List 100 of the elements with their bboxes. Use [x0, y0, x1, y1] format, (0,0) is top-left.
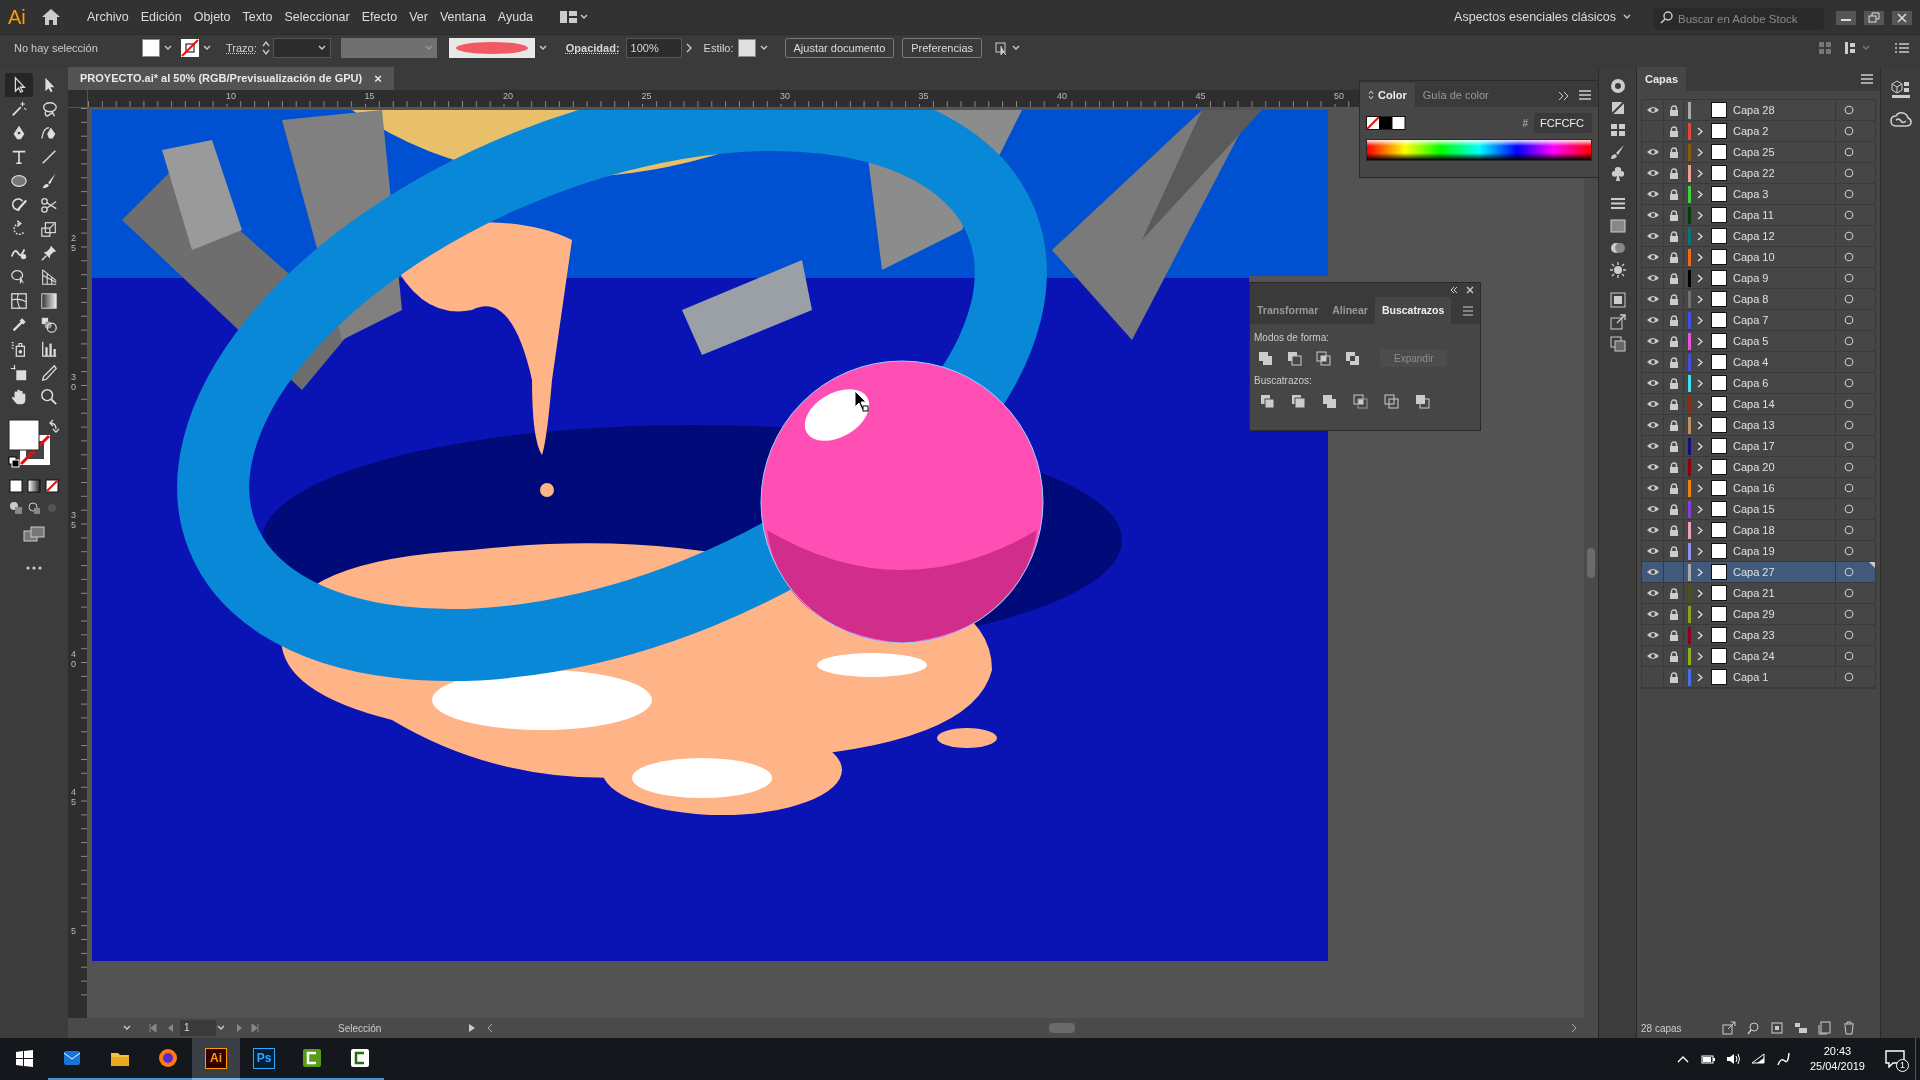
lock-icon[interactable] [1668, 482, 1679, 494]
target-icon[interactable] [1844, 504, 1854, 514]
layer-row[interactable]: Capa 22 [1642, 163, 1875, 184]
lock-icon[interactable] [1668, 167, 1679, 179]
layer-name[interactable]: Capa 4 [1733, 353, 1813, 371]
scrollbar-thumb[interactable] [1587, 548, 1595, 578]
photoshop-app-icon[interactable]: Ps [253, 1047, 275, 1069]
play-icon[interactable] [468, 1023, 476, 1033]
lock-icon[interactable] [1668, 461, 1679, 473]
lock-icon[interactable] [1668, 314, 1679, 326]
more-tools-icon[interactable] [25, 565, 43, 571]
target-icon[interactable] [1844, 357, 1854, 367]
export-icon[interactable] [1608, 313, 1627, 331]
lock-icon[interactable] [1668, 629, 1679, 641]
eye-icon[interactable] [1645, 337, 1660, 345]
tab-title[interactable]: PROYECTO.ai* al 50% (RGB/Previsualización de GPU) [80, 70, 363, 87]
target-icon[interactable] [1844, 336, 1854, 346]
layer-row[interactable]: Capa 23 [1642, 625, 1875, 646]
target-icon[interactable] [1844, 168, 1854, 178]
eye-icon[interactable] [1645, 547, 1660, 555]
libraries-icon[interactable] [1889, 79, 1912, 99]
lock-icon[interactable] [1668, 251, 1679, 263]
scrollbar-thumb[interactable] [1049, 1023, 1075, 1033]
layer-row[interactable]: Capa 11 [1642, 205, 1875, 226]
gradient-panel-icon[interactable] [1608, 217, 1627, 235]
menu-item[interactable]: Ventana [433, 7, 492, 27]
eye-icon[interactable] [1645, 106, 1660, 114]
spinner-icon[interactable] [260, 39, 271, 57]
menu-item[interactable]: Ver [403, 7, 434, 27]
layer-row[interactable]: Capa 2 [1642, 121, 1875, 142]
eye-icon[interactable] [1645, 505, 1660, 513]
panel-menu-icon[interactable] [1462, 306, 1474, 316]
cloud-icon[interactable] [1889, 111, 1912, 129]
new-layer-icon[interactable] [1817, 1021, 1832, 1035]
target-icon[interactable] [1844, 294, 1854, 304]
opacity-field[interactable]: 100% [625, 38, 682, 58]
target-icon[interactable] [1844, 588, 1854, 598]
new-sublayer-icon[interactable] [1793, 1021, 1808, 1035]
draw-normal-icon[interactable] [9, 501, 23, 515]
eye-icon[interactable] [1645, 253, 1660, 261]
eye-icon[interactable] [1645, 589, 1660, 597]
layer-name[interactable]: Capa 25 [1733, 143, 1813, 161]
eye-icon[interactable] [1645, 484, 1660, 492]
trash-icon[interactable] [1841, 1021, 1856, 1035]
scroll-left-icon[interactable] [486, 1023, 494, 1033]
lock-icon[interactable] [1668, 146, 1679, 158]
layer-row[interactable]: Capa 21 [1642, 583, 1875, 604]
style-swatch[interactable] [737, 39, 756, 57]
color-mode-icon[interactable] [9, 479, 23, 493]
target-icon[interactable] [1844, 126, 1854, 136]
layer-name[interactable]: Capa 8 [1733, 290, 1813, 308]
target-icon[interactable] [1844, 672, 1854, 682]
exclude-icon[interactable] [1345, 350, 1360, 366]
menu-item[interactable]: Seleccionar [278, 7, 356, 27]
notification-icon[interactable] [1885, 1050, 1905, 1068]
lock-icon[interactable] [1668, 335, 1679, 347]
layer-name[interactable]: Capa 10 [1733, 248, 1813, 266]
recolor-icon[interactable] [1608, 77, 1627, 95]
layer-name[interactable]: Capa 17 [1733, 437, 1813, 455]
eye-icon[interactable] [1645, 169, 1660, 177]
eye-icon[interactable] [1645, 190, 1660, 198]
grid-icon[interactable] [1818, 41, 1832, 55]
layer-name[interactable]: Capa 27 [1733, 563, 1813, 581]
screen-mode-icon[interactable] [22, 525, 46, 543]
eye-icon[interactable] [1645, 463, 1660, 471]
lock-icon[interactable] [1668, 230, 1679, 242]
lock-icon[interactable] [1668, 524, 1679, 536]
artboards-icon[interactable] [1608, 335, 1627, 353]
layer-name[interactable]: Capa 1 [1733, 668, 1813, 686]
layer-row[interactable]: Capa 8 [1642, 289, 1875, 310]
layer-row[interactable]: Capa 18 [1642, 520, 1875, 541]
scroll-right-icon[interactable] [1570, 1023, 1578, 1033]
panel-tab[interactable]: Alinear [1325, 297, 1375, 324]
minus-front-icon[interactable] [1287, 350, 1302, 366]
layer-row[interactable]: Capa 20 [1642, 457, 1875, 478]
lock-icon[interactable] [1668, 356, 1679, 368]
target-icon[interactable] [1844, 399, 1854, 409]
lock-icon[interactable] [1668, 104, 1679, 116]
layer-name[interactable]: Capa 18 [1733, 521, 1813, 539]
lock-icon[interactable] [1668, 398, 1679, 410]
eye-icon[interactable] [1645, 379, 1660, 387]
target-icon[interactable] [1844, 231, 1854, 241]
workspace-switcher[interactable]: Aspectos esenciales clásicos [1454, 7, 1622, 27]
panel-menu-icon[interactable] [1578, 89, 1592, 101]
wifi-icon[interactable] [1749, 1051, 1766, 1067]
layer-name[interactable]: Capa 13 [1733, 416, 1813, 434]
layer-name[interactable]: Capa 6 [1733, 374, 1813, 392]
layer-name[interactable]: Capa 22 [1733, 164, 1813, 182]
color-swatches-icon[interactable] [1366, 116, 1406, 130]
layer-name[interactable]: Capa 12 [1733, 227, 1813, 245]
close-icon[interactable] [1466, 286, 1474, 294]
arrange-icon[interactable] [1844, 41, 1872, 55]
layer-row[interactable]: Capa 24 [1642, 646, 1875, 667]
align-selection-icon[interactable] [994, 40, 1022, 56]
eye-icon[interactable] [1645, 442, 1660, 450]
layer-name[interactable]: Capa 3 [1733, 185, 1813, 203]
layer-row[interactable]: Capa 3 [1642, 184, 1875, 205]
panel-tab[interactable]: Guía de color [1414, 83, 1497, 107]
eye-icon[interactable] [1645, 421, 1660, 429]
layer-name[interactable]: Capa 14 [1733, 395, 1813, 413]
